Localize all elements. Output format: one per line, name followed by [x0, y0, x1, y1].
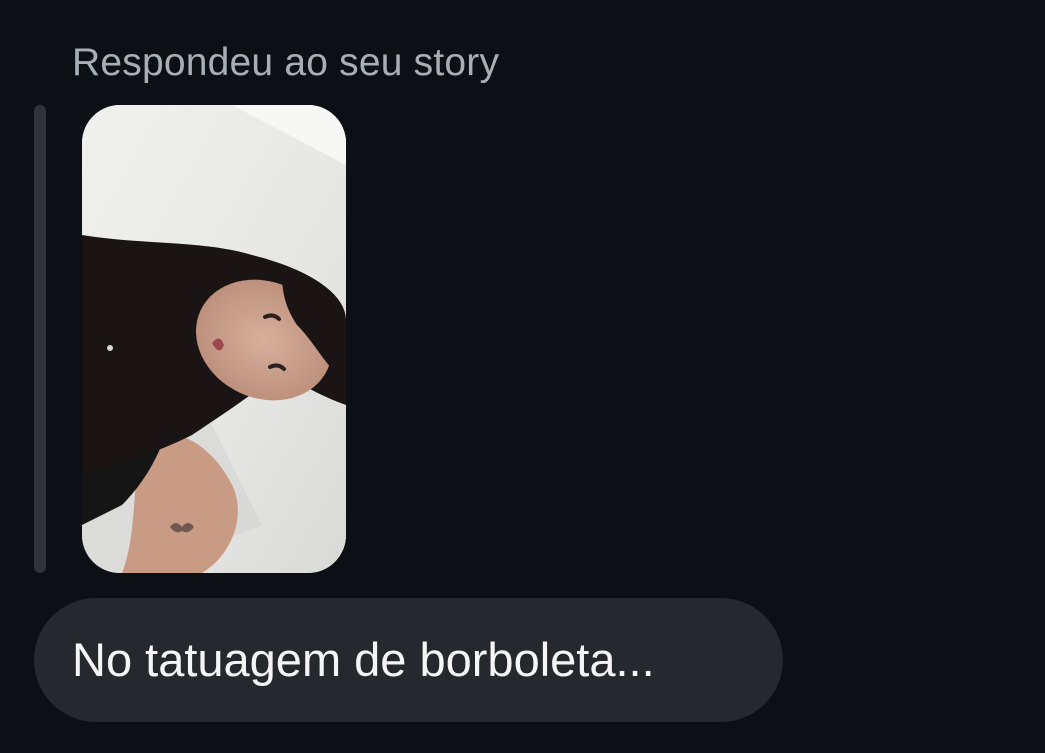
- story-thumbnail[interactable]: [82, 105, 346, 573]
- quote-bar: [34, 105, 46, 573]
- message-text: No tatuagem de borboleta...: [72, 633, 655, 686]
- message-bubble[interactable]: No tatuagem de borboleta...: [34, 598, 783, 722]
- story-reply-label: Respondeu ao seu story: [72, 41, 500, 84]
- story-photo-icon: [82, 105, 346, 573]
- chat-thread: Respondeu ao seu story No tatuagem de bo…: [0, 0, 1045, 753]
